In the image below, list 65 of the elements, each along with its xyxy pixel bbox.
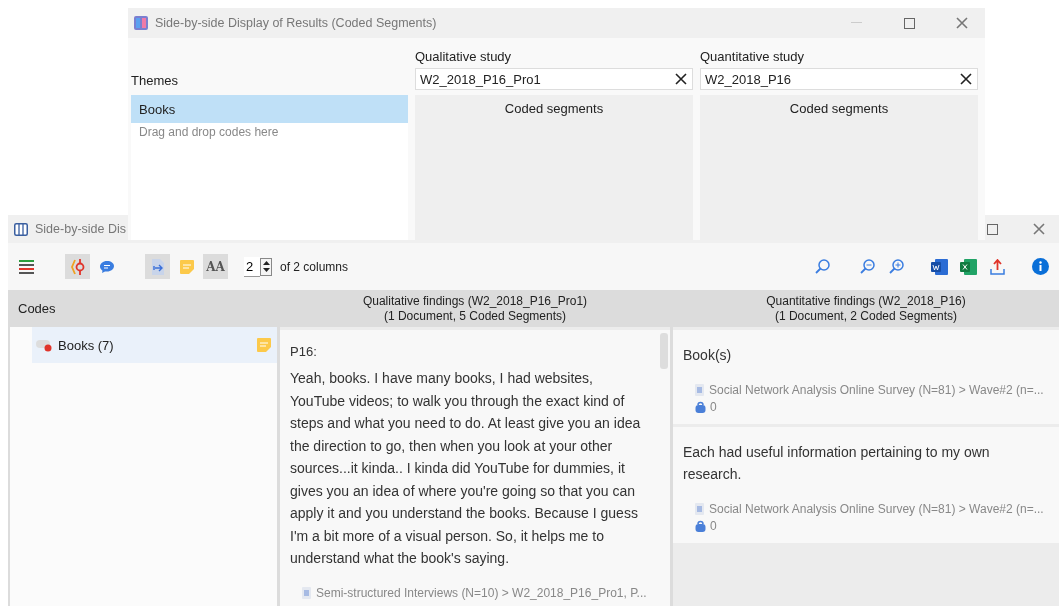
- scrollbar-thumb[interactable]: [660, 333, 668, 369]
- memo-icon: [257, 338, 271, 352]
- window-title: Side-by-side Display of Results (Coded Segments): [155, 16, 437, 30]
- window-title: Side-by-side Dis: [35, 222, 126, 236]
- zoom-out-icon: [860, 259, 875, 274]
- segment-heading: P16:: [290, 344, 318, 359]
- close-icon: [1033, 223, 1045, 235]
- code-link-button[interactable]: [65, 254, 90, 279]
- code-colors-icon: [19, 259, 34, 274]
- themes-label: Themes: [131, 73, 179, 90]
- close-icon: [960, 73, 972, 85]
- spinner-arrows[interactable]: [260, 257, 272, 276]
- up-down-arrows-icon: [262, 260, 270, 273]
- code-label: Books (7): [58, 337, 115, 353]
- weight-icon: [695, 519, 706, 532]
- theme-item[interactable]: Books: [131, 95, 408, 123]
- column-title: Quantitative findings (W2_2018_P16): [766, 293, 966, 309]
- panel-title: Coded segments: [504, 101, 604, 117]
- study-input[interactable]: W2_2018_P16_Pro1: [415, 68, 693, 90]
- zoom-in-icon: [889, 259, 904, 274]
- info-icon: [1032, 258, 1049, 275]
- export-document-icon: [150, 258, 165, 275]
- weight-value: 0: [710, 399, 717, 414]
- columns-input[interactable]: 2: [244, 256, 260, 277]
- export-doc-button[interactable]: [145, 254, 170, 279]
- search-icon: [815, 259, 830, 274]
- maximize-icon: [986, 223, 998, 235]
- weight-value: 0: [710, 518, 717, 533]
- font-size-button[interactable]: AA: [203, 254, 228, 279]
- segment-source: Semi-structured Interviews (N=10) > W2_2018_P16_Pro1, P...: [316, 585, 647, 600]
- drop-hint: Drag and drop codes here: [138, 124, 280, 141]
- segment-text: Book(s): [683, 346, 733, 365]
- close-icon: [956, 17, 968, 29]
- segment-source: Social Network Analysis Online Survey (N=81) > Wave#2 (n=...: [709, 382, 1044, 397]
- document-icon: [695, 383, 704, 396]
- document-icon: [302, 586, 311, 599]
- columns-label: of 2 columns: [280, 259, 349, 274]
- weight-icon: [695, 400, 706, 413]
- code-row[interactable]: Books (7): [32, 327, 277, 363]
- minimize-icon: [850, 22, 862, 24]
- study-input[interactable]: W2_2018_P16: [700, 68, 978, 90]
- spreadsheet-icon: [960, 258, 977, 275]
- panel-title: Coded segments: [789, 101, 889, 117]
- close-icon: [675, 73, 687, 85]
- maximize-icon: [903, 17, 915, 29]
- column-title: Qualitative findings (W2_2018_P16_Pro1): [362, 293, 588, 309]
- columns-icon: [14, 222, 28, 236]
- segment-text: Each had useful information pertaining to my own research.: [683, 442, 991, 484]
- clear-button[interactable]: [958, 71, 974, 87]
- segment-text: Yeah, books. I have many books, I had websites, YouTube videos; to walk you through the exact kind of steps and what you need to do. At least give you an idea the direction to go, then when you look at your other sources...it kinda.. I kinda did YouTube for dummies, it gives you an idea of where you're going so that you can apply it and you understand the books. Because I guess I'm a bit more of a visual person. So, it helps me to understand what the book's saying.: [290, 369, 642, 568]
- word-document-icon: [931, 258, 948, 275]
- column-subtitle: (1 Document, 5 Coded Segments): [383, 308, 567, 324]
- document-icon: [695, 502, 704, 515]
- code-tag-icon: [36, 338, 54, 352]
- study-label: Qualitative study: [415, 49, 513, 66]
- study-label: Quantitative study: [700, 49, 806, 66]
- clear-button[interactable]: [673, 71, 689, 87]
- segment-source: Social Network Analysis Online Survey (N=81) > Wave#2 (n=...: [709, 501, 1044, 516]
- comment-icon: [98, 259, 115, 274]
- upload-icon: [990, 258, 1005, 275]
- codes-header: Codes: [10, 290, 277, 327]
- app-icon: [134, 16, 148, 30]
- memo-icon: [179, 259, 194, 274]
- column-subtitle: (1 Document, 2 Coded Segments): [774, 308, 958, 324]
- code-link-icon: [68, 258, 87, 275]
